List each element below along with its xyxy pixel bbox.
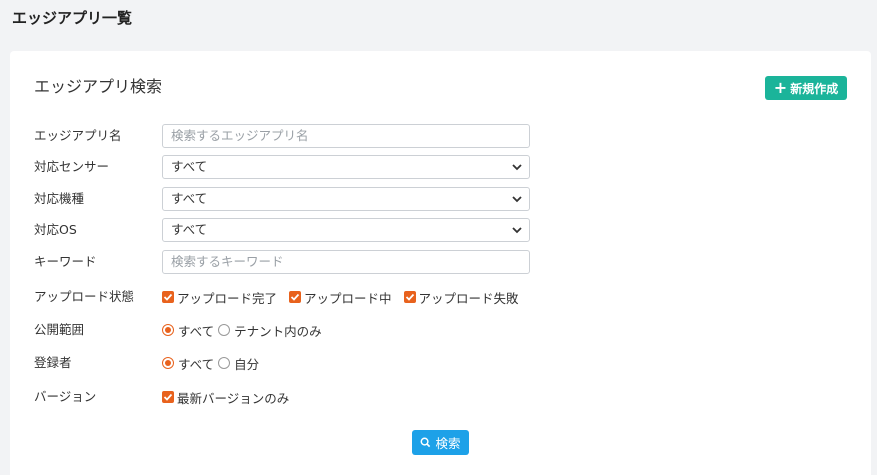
model-label: 対応機種 [34, 191, 85, 206]
app-name-input[interactable]: 検索するエッジアプリ名 [162, 124, 530, 148]
chevron-down-icon [512, 227, 522, 234]
keyword-label: キーワード [34, 254, 97, 269]
search-icon [421, 437, 431, 448]
page-title: エッジアプリ一覧 [12, 9, 133, 27]
registrant-self-radio[interactable]: 自分 [218, 354, 259, 373]
plus-icon: + [773, 78, 788, 97]
checkbox-checked-icon [162, 391, 174, 403]
os-select-value: すべて [171, 222, 208, 237]
row-model: 対応機種 すべて [10, 187, 871, 211]
os-select[interactable]: すべて [162, 218, 530, 242]
uploading-label: アップロード中 [304, 290, 392, 306]
version-label: バージョン [34, 389, 97, 404]
card-title: エッジアプリ検索 [34, 77, 163, 96]
upload-complete-checkbox[interactable]: アップロード完了 [162, 288, 277, 307]
row-keyword: キーワード 検索するキーワード [10, 250, 871, 274]
scope-tenant-label: テナント内のみ [234, 323, 322, 339]
checkbox-checked-icon [162, 291, 174, 303]
registrant-all-radio[interactable]: すべて [162, 354, 214, 373]
sensor-select[interactable]: すべて [162, 155, 530, 179]
registrant-label: 登録者 [34, 355, 72, 370]
row-os: 対応OS すべて [10, 218, 871, 242]
uploading-checkbox[interactable]: アップロード中 [289, 288, 392, 307]
radio-unselected-icon [218, 357, 231, 369]
model-select[interactable]: すべて [162, 187, 530, 211]
registrant-self-label: 自分 [234, 356, 260, 372]
search-button[interactable]: 検索 [412, 430, 469, 455]
scope-all-radio[interactable]: すべて [162, 321, 214, 340]
os-label: 対応OS [34, 222, 77, 237]
upload-status-label: アップロード状態 [34, 289, 135, 304]
scope-all-label: すべて [178, 323, 215, 339]
radio-selected-icon [162, 357, 174, 369]
upload-complete-label: アップロード完了 [177, 290, 278, 306]
sensor-select-value: すべて [171, 159, 208, 174]
row-upload-status: アップロード状態 アップロード完了 アップロード中 アップロード失敗 [10, 285, 871, 309]
latest-version-checkbox[interactable]: 最新バージョンのみ [162, 388, 289, 407]
scope-label: 公開範囲 [34, 322, 85, 337]
radio-unselected-icon [218, 324, 231, 336]
new-create-label: 新規作成 [790, 81, 839, 96]
app-name-label: エッジアプリ名 [34, 128, 122, 143]
checkbox-checked-icon [289, 291, 302, 303]
checkbox-checked-icon [403, 291, 416, 303]
radio-selected-icon [162, 324, 174, 336]
row-sensor: 対応センサー すべて [10, 155, 871, 179]
sensor-label: 対応センサー [34, 159, 110, 174]
keyword-input[interactable]: 検索するキーワード [162, 250, 530, 274]
upload-failed-checkbox[interactable]: アップロード失敗 [403, 288, 519, 307]
upload-failed-label: アップロード失敗 [418, 290, 519, 306]
row-version: バージョン 最新バージョンのみ [10, 385, 871, 409]
latest-version-label: 最新バージョンのみ [177, 390, 290, 406]
scope-tenant-radio[interactable]: テナント内のみ [218, 321, 322, 340]
registrant-all-label: すべて [178, 356, 215, 372]
row-app-name: エッジアプリ名 検索するエッジアプリ名 [10, 124, 871, 148]
new-create-button[interactable]: + 新規作成 [765, 76, 847, 100]
search-card: エッジアプリ検索 + 新規作成 エッジアプリ名 検索するエッジアプリ名 対応セン… [10, 51, 871, 475]
search-button-label: 検索 [435, 436, 461, 451]
row-registrant: 登録者 すべて 自分 [10, 351, 871, 375]
model-select-value: すべて [171, 191, 208, 206]
row-scope: 公開範囲 すべて テナント内のみ [10, 318, 871, 342]
chevron-down-icon [512, 164, 522, 171]
chevron-down-icon [512, 196, 522, 203]
